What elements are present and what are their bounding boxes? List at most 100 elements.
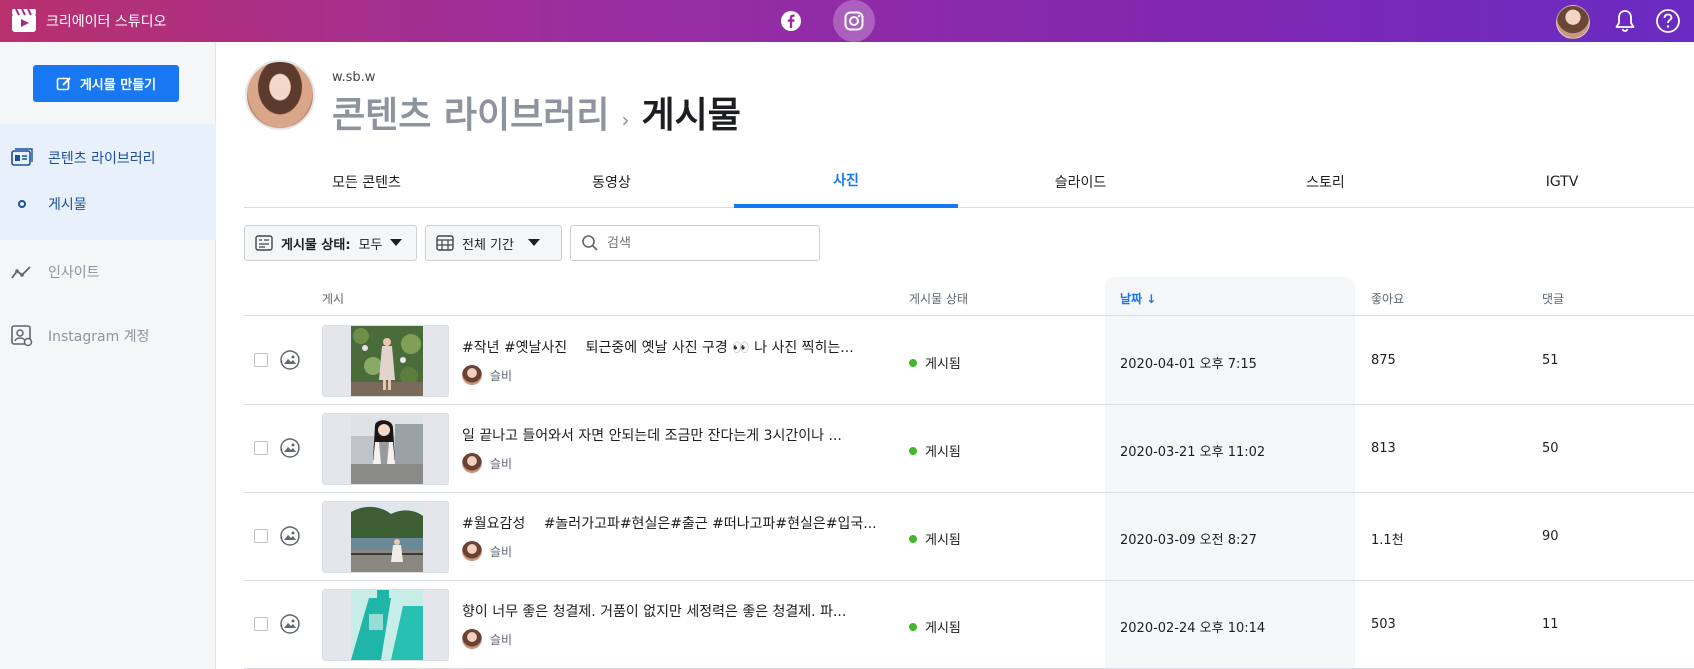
- row-checkbox[interactable]: [254, 617, 268, 631]
- date-range-label: 전체 기간: [462, 237, 514, 253]
- thumbnail-image: [351, 502, 423, 572]
- help-icon[interactable]: [1655, 8, 1681, 34]
- facebook-tab[interactable]: [770, 0, 812, 42]
- instagram-tab[interactable]: [833, 0, 875, 42]
- account-settings-icon: [10, 324, 34, 348]
- bell-icon[interactable]: [1612, 8, 1638, 34]
- post-thumbnail[interactable]: [322, 325, 449, 397]
- sort-down-arrow-icon: ↓: [1146, 292, 1157, 306]
- post-comments: 51: [1542, 353, 1559, 368]
- post-comments: 11: [1542, 617, 1559, 632]
- sidebar-item-label: 콘텐츠 라이브러리: [48, 151, 156, 167]
- status-text: 게시됨: [925, 445, 961, 460]
- post-likes: 503: [1371, 617, 1396, 632]
- column-header-date[interactable]: 날짜 ↓: [1120, 290, 1156, 307]
- post-caption[interactable]: #작년 #옛날사진 퇴근중에 옛날 사진 구경 👀 나 사진 찍히는...: [462, 337, 882, 357]
- sidebar-item-instagram-account[interactable]: Instagram 계정: [10, 324, 149, 348]
- column-header-post: 게시: [322, 292, 345, 306]
- content-type-tabs: 모든 콘텐츠 동영상 사진 슬라이드 스토리 IGTV: [244, 156, 1694, 208]
- status-filter-value: 모두: [358, 237, 383, 253]
- post-likes: 813: [1371, 441, 1396, 456]
- sidebar-item-content-library[interactable]: 콘텐츠 라이브러리: [10, 146, 156, 170]
- app-title: 크리에이터 스튜디오: [46, 13, 167, 30]
- tab-stories[interactable]: 스토리: [1203, 156, 1448, 208]
- sidebar-item-label: 게시물: [48, 197, 87, 213]
- table-header: 게시 게시물 상태 날짜 ↓ 좋아요 댓글: [244, 278, 1694, 316]
- content-library-icon: [10, 146, 34, 170]
- breadcrumb-parent[interactable]: 콘텐츠 라이브러리: [332, 86, 610, 138]
- post-status: 게시됨: [909, 617, 961, 636]
- sidebar: 게시물 만들기 콘텐츠 라이브러리 게시물 인사이트 Instagram 계정: [0, 42, 216, 669]
- post-status: 게시됨: [909, 441, 961, 460]
- status-text: 게시됨: [925, 357, 961, 372]
- table-row[interactable]: 향이 너무 좋은 청결제. 거품이 없지만 세정력은 좋은 청결제. 파... …: [244, 581, 1694, 669]
- author-avatar: [462, 365, 482, 385]
- sidebar-item-posts[interactable]: 게시물: [10, 192, 87, 216]
- circle-dot-icon: [10, 192, 34, 216]
- post-thumbnail[interactable]: [322, 501, 449, 573]
- row-checkbox[interactable]: [254, 353, 268, 367]
- caret-down-icon: [527, 239, 540, 246]
- edit-icon: [56, 76, 71, 90]
- column-header-status[interactable]: 게시물 상태: [909, 290, 968, 307]
- post-likes: 875: [1371, 353, 1396, 368]
- photo-type-icon: [280, 350, 300, 370]
- table-row[interactable]: #월요감성 #놀러가고파#현실은#출근 #떠나고파#현실은#입국... 슬비 게…: [244, 493, 1694, 581]
- post-thumbnail[interactable]: [322, 413, 449, 485]
- post-likes: 1.1천: [1371, 533, 1404, 548]
- tab-photos[interactable]: 사진: [734, 156, 958, 208]
- row-checkbox[interactable]: [254, 529, 268, 543]
- post-date: 2020-02-24 오후 10:14: [1120, 621, 1266, 636]
- page-title: 게시물: [641, 95, 741, 136]
- author-name: 슬비: [490, 368, 513, 383]
- column-header-comments[interactable]: 댓글: [1542, 290, 1564, 307]
- search-box[interactable]: [570, 225, 820, 261]
- account-username: w.sb.w: [332, 70, 376, 85]
- post-date: 2020-03-09 오전 8:27: [1120, 533, 1257, 548]
- list-icon: [255, 235, 273, 251]
- table-row[interactable]: 일 끝나고 들어와서 자면 안되는데 조금만 잔다는게 3시간이나 ... 슬비…: [244, 405, 1694, 493]
- calendar-icon: [436, 235, 454, 251]
- brand[interactable]: 크리에이터 스튜디오: [12, 9, 166, 32]
- post-status: 게시됨: [909, 529, 961, 548]
- instagram-icon: [844, 11, 864, 31]
- tab-igtv[interactable]: IGTV: [1448, 156, 1676, 208]
- author-name: 슬비: [490, 632, 513, 647]
- column-header-likes[interactable]: 좋아요: [1371, 290, 1404, 307]
- create-post-button[interactable]: 게시물 만들기: [33, 65, 179, 102]
- sidebar-active-group: [0, 124, 216, 240]
- tab-carousel[interactable]: 슬라이드: [958, 156, 1203, 208]
- author-avatar: [462, 541, 482, 561]
- post-caption[interactable]: 일 끝나고 들어와서 자면 안되는데 조금만 잔다는게 3시간이나 ...: [462, 425, 882, 445]
- post-date: 2020-03-21 오후 11:02: [1120, 445, 1266, 460]
- post-thumbnail[interactable]: [322, 589, 449, 661]
- post-comments: 50: [1542, 441, 1559, 456]
- caret-down-icon: [390, 239, 403, 246]
- user-avatar[interactable]: [1556, 5, 1590, 39]
- author-name: 슬비: [490, 544, 513, 559]
- sidebar-item-insights[interactable]: 인사이트: [10, 260, 100, 284]
- post-caption[interactable]: #월요감성 #놀러가고파#현실은#출근 #떠나고파#현실은#입국...: [462, 513, 882, 533]
- breadcrumb-separator: ›: [621, 108, 630, 132]
- breadcrumb: 콘텐츠 라이브러리 › 게시물: [332, 86, 741, 138]
- post-author: 슬비: [462, 365, 512, 385]
- post-status-filter[interactable]: 게시물 상태: 모두: [244, 225, 417, 261]
- post-date: 2020-04-01 오후 7:15: [1120, 357, 1257, 372]
- top-bar: 크리에이터 스튜디오: [0, 0, 1694, 42]
- tab-all-content[interactable]: 모든 콘텐츠: [244, 156, 489, 208]
- search-icon: [582, 235, 598, 251]
- sidebar-item-label: 인사이트: [48, 265, 100, 281]
- row-checkbox[interactable]: [254, 441, 268, 455]
- tab-videos[interactable]: 동영상: [489, 156, 734, 208]
- post-comments: 90: [1542, 529, 1559, 544]
- status-dot-icon: [909, 534, 917, 543]
- create-post-label: 게시물 만들기: [79, 78, 157, 93]
- creator-studio-logo-icon: [12, 9, 36, 32]
- thumbnail-image: [351, 414, 423, 484]
- post-author: 슬비: [462, 541, 512, 561]
- table-row[interactable]: #작년 #옛날사진 퇴근중에 옛날 사진 구경 👀 나 사진 찍히는... 슬비…: [244, 317, 1694, 405]
- date-range-filter[interactable]: 전체 기간: [425, 225, 562, 261]
- search-input[interactable]: [607, 235, 797, 251]
- column-header-date-label: 날짜: [1120, 292, 1143, 306]
- post-caption[interactable]: 향이 너무 좋은 청결제. 거품이 없지만 세정력은 좋은 청결제. 파...: [462, 601, 882, 621]
